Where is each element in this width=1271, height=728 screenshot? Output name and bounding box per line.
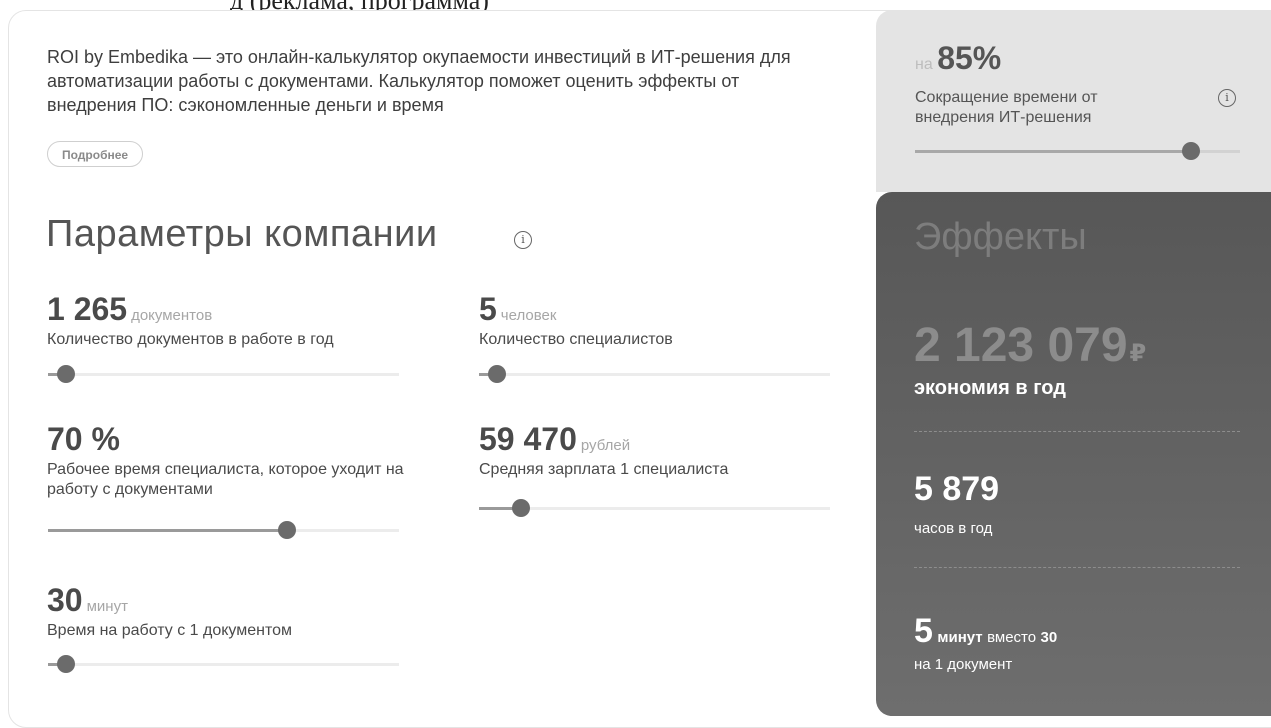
param-label: Средняя зарплата 1 специалиста (479, 461, 729, 478)
intro-text: ROI by Embedika — это онлайн-калькулятор… (47, 47, 791, 115)
slider-knob[interactable] (277, 521, 296, 539)
param-label: Количество специалистов (479, 331, 673, 348)
param-label: Время на работу с 1 документом (47, 622, 293, 639)
slider-knob[interactable] (1182, 142, 1201, 160)
param-unit: человек (500, 307, 557, 324)
slider-knob[interactable] (512, 499, 531, 517)
slider-track (48, 663, 399, 666)
param-documents: 1 265 документов Количество документов в … (47, 292, 407, 350)
param-unit: рублей (580, 437, 631, 454)
slider-fill (48, 529, 287, 532)
reduction-value: на 85% (915, 40, 1001, 77)
minutes-instead: вместо (987, 629, 1037, 646)
more-button[interactable]: Подробнее (47, 141, 144, 167)
hours-label: часов в год (914, 520, 993, 537)
param-specialists: 5 человек Количество специалистов (479, 292, 839, 350)
slider-knob[interactable] (56, 365, 75, 383)
roi-calculator-page: д (реклама, программа) ROI by Embedika —… (0, 0, 1271, 728)
param-value: 30 (47, 582, 83, 618)
reduction-slider[interactable] (915, 141, 1240, 161)
param-label: Рабочее время специалиста, которое уходи… (47, 461, 404, 498)
param-value: 59 470 (479, 421, 577, 457)
slider-fill (915, 150, 1192, 153)
currency-symbol: ₽ (1129, 340, 1147, 367)
section-title: Параметры компании (46, 213, 438, 255)
minutes-value: 5 минут вместо 30 (914, 612, 1057, 651)
minutes-new: 5 (914, 612, 933, 650)
savings-value: 2 123 079₽ (914, 318, 1146, 373)
info-icon[interactable]: i (1218, 89, 1236, 107)
param-value: 70 % (47, 421, 120, 457)
divider (914, 431, 1240, 432)
param-salary: 59 470 рублей Средняя зарплата 1 специали… (479, 422, 839, 480)
slider-knob[interactable] (487, 365, 506, 383)
param-doc-time: 30 минут Время на работу с 1 документом (47, 583, 407, 641)
reduction-prefix: на (915, 56, 933, 73)
param-value: 5 (479, 291, 497, 327)
previous-section-text: д (реклама, программа) (230, 0, 690, 10)
hours-value: 5 879 (914, 470, 1000, 508)
minutes-label: на 1 документ (914, 656, 1013, 673)
savings-amount: 2 123 079 (914, 319, 1128, 372)
slider-track (48, 373, 399, 376)
reduction-label: Сокращение времени от внедрения ИТ-решен… (915, 89, 1098, 126)
param-unit: минут (86, 598, 128, 615)
minutes-old: 30 (1040, 629, 1058, 646)
slider-knob[interactable] (56, 655, 75, 673)
specialists-slider[interactable] (479, 364, 830, 384)
documents-slider[interactable] (48, 364, 399, 384)
savings-label: экономия в год (914, 377, 1066, 399)
divider (914, 567, 1240, 568)
param-unit: документов (131, 307, 213, 324)
effects-title: Эффекты (914, 216, 1087, 258)
reduction-percent: 85% (937, 40, 1002, 76)
doc-time-slider[interactable] (48, 654, 399, 674)
minutes-unit: минут (937, 629, 983, 646)
info-icon[interactable]: i (514, 231, 532, 249)
param-label: Количество документов в работе в год (47, 331, 334, 348)
worktime-slider[interactable] (48, 520, 399, 540)
param-worktime: 70 % Рабочее время специалиста, которое … (47, 422, 407, 500)
param-value: 1 265 (47, 291, 128, 327)
salary-slider[interactable] (479, 498, 830, 518)
slider-track (479, 507, 830, 510)
slider-track (479, 373, 830, 376)
